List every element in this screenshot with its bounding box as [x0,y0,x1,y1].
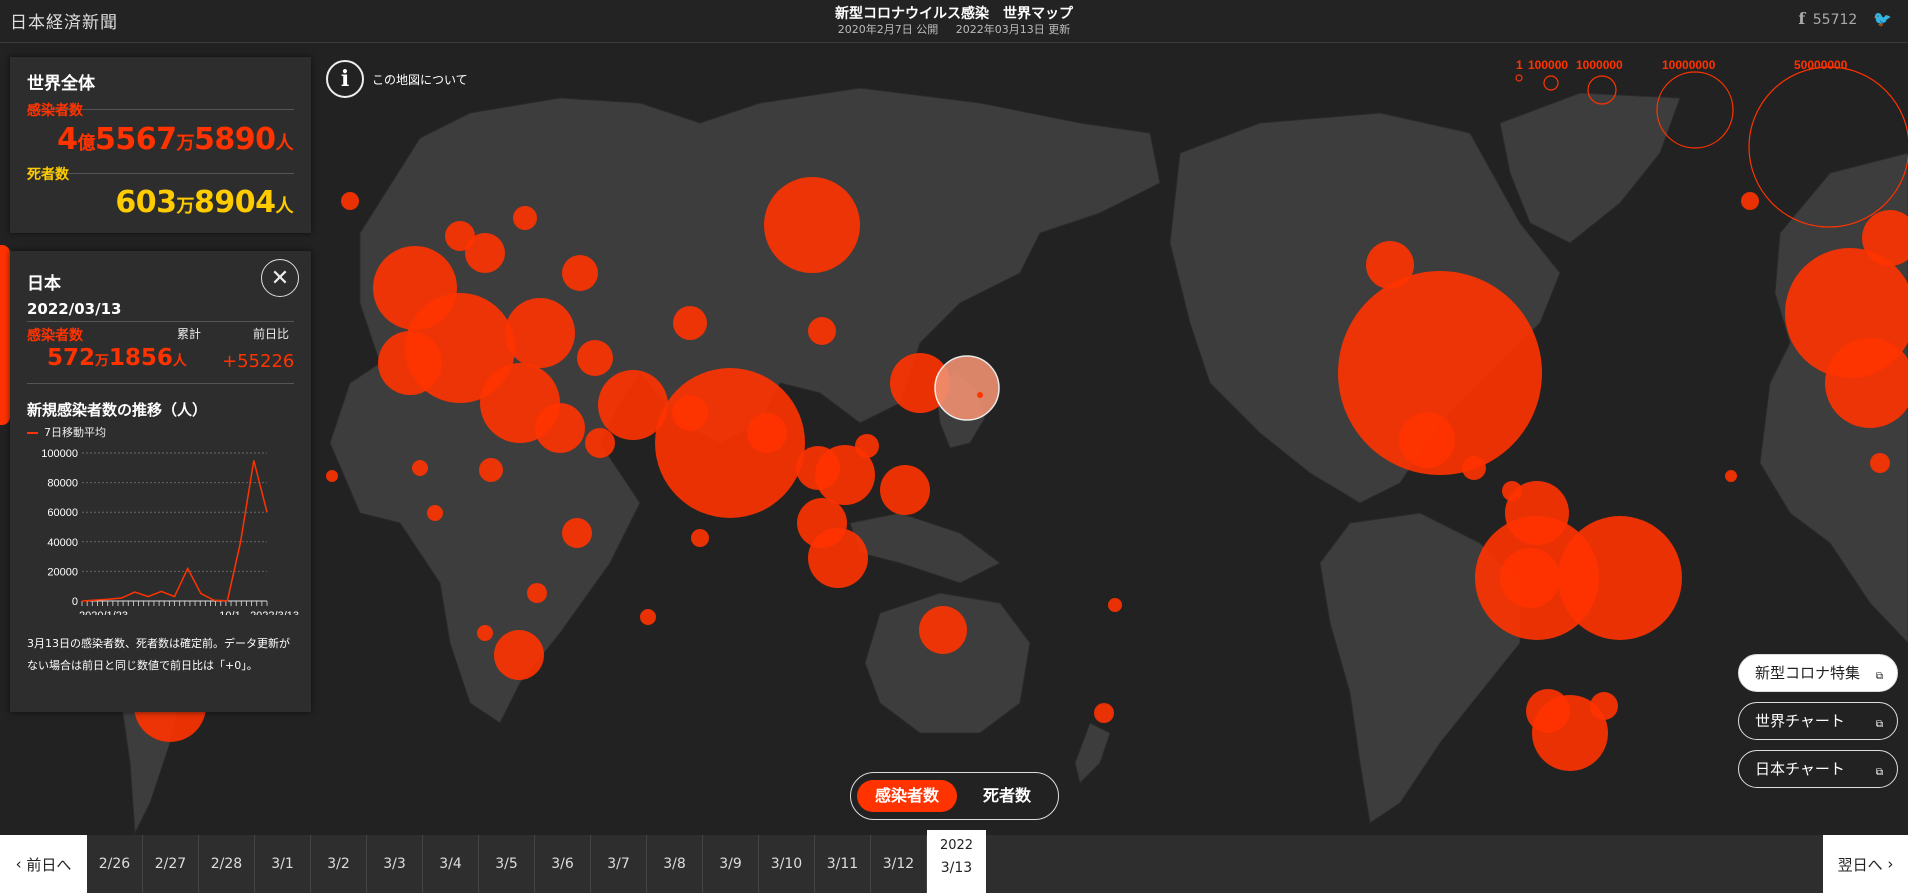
legend-circle-10000000 [1656,71,1734,149]
metric-toggle: 感染者数 死者数 [850,772,1059,820]
external-link-icon: ⧉ [1875,767,1883,778]
bubble-size-legend: 1 100000 1000000 10000000 50000000 [1496,55,1908,228]
next-day-button[interactable]: 翌日へ › [1823,835,1908,893]
legend-circle-1000000 [1587,75,1617,105]
day-change-label: 前日比 [253,327,290,341]
timeline-date[interactable]: 3/12 [871,835,927,893]
country-day-change-value: +55226 [222,351,295,372]
global-summary-panel: 世界全体 感染者数 4億5567万5890人 死者数 603万8904人 [10,57,311,233]
special-feature-button[interactable]: 新型コロナ特集 ⧉ [1738,654,1898,692]
timeline-date[interactable]: 3/5 [479,835,535,893]
chart-y-tick-label: 80000 [47,478,78,490]
timeline-date[interactable]: 3/9 [703,835,759,893]
new-cases-chart[interactable]: 100000 80000 60000 40000 20000 02020/1/23 10/1… [27,443,307,615]
timeline-current-date[interactable]: 2022 3/13 [927,830,986,893]
world-chart-label: 世界チャート [1755,712,1845,730]
chart-y-tick-label: 20000 [47,566,78,578]
global-cases-label: 感染者数 [27,103,83,119]
chart-y-tick-label: 40000 [47,537,78,549]
timeline-date[interactable]: 3/4 [423,835,479,893]
country-date: 2022/03/13 [27,300,122,318]
divider [27,383,294,384]
chart-y-tick-label: 0 [72,596,78,608]
chevron-right-icon: › [1882,855,1894,873]
timeline-date[interactable]: 2/27 [143,835,199,893]
panel-edge-marker [0,245,10,425]
legend-circle-50000000 [1748,66,1908,228]
page-title: 新型コロナウイルス感染 世界マップ [835,6,1073,22]
timeline-date[interactable]: 3/3 [367,835,423,893]
moving-average-legend: 7日移動平均 [27,424,106,440]
timeline-date[interactable]: 2/26 [87,835,143,893]
chart-y-tick-label: 100000 [41,448,78,460]
timeline-date[interactable]: 3/8 [647,835,703,893]
legend-label: 1 [1516,58,1523,72]
page-dates: 2020年2月7日 公開 2022年03月13日 更新 [0,21,1908,37]
timeline-date[interactable]: 2/28 [199,835,255,893]
world-chart-button[interactable]: 世界チャート ⧉ [1738,702,1898,740]
top-bar: 日本経済新聞 新型コロナウイルス感染 世界マップ 2020年2月7日 公開 20… [0,0,1908,43]
timeline-date[interactable]: 3/2 [311,835,367,893]
toggle-deaths[interactable]: 死者数 [963,780,1051,812]
twitter-icon[interactable]: 🐦 [1873,10,1892,28]
facebook-icon: f [1798,9,1806,28]
timeline-date[interactable]: 3/1 [255,835,311,893]
global-title: 世界全体 [27,74,95,94]
chart-x-tick-label: 2020/1/23 [79,610,128,615]
external-link-icon: ⧉ [1875,671,1883,682]
close-icon[interactable]: ✕ [261,259,299,297]
share-area: f 55712 🐦 [1798,9,1892,28]
special-feature-label: 新型コロナ特集 [1755,664,1861,682]
timeline-date[interactable]: 3/10 [759,835,815,893]
external-link-icon: ⧉ [1875,719,1883,730]
toggle-cases[interactable]: 感染者数 [857,780,957,812]
legend-label: 100000 [1528,58,1568,72]
published-date: 2020年2月7日 公開 [837,23,939,36]
timeline-date[interactable]: 3/7 [591,835,647,893]
facebook-count: 55712 [1812,12,1858,28]
map-info-label: この地図について [372,72,468,87]
prev-day-button[interactable]: ‹ 前日へ [0,835,87,893]
legend-label: 50000000 [1794,58,1848,72]
map-info-button[interactable]: i この地図について [326,60,468,98]
facebook-share[interactable]: f 55712 [1798,9,1857,28]
legend-circle-1 [1515,74,1523,82]
global-deaths-label: 死者数 [27,167,69,183]
date-timeline: ‹ 前日へ 2/26 2/27 2/28 3/1 3/2 3/3 3/4 3/5 3/6 3/7 3… [0,830,1908,893]
prev-day-label: 前日へ [26,855,72,874]
trend-title: 新規感染者数の推移（人） [27,401,208,419]
timeline-date[interactable]: 3/11 [815,835,871,893]
country-cases-label: 感染者数 [27,328,83,344]
country-cumulative-value: 572万1856人 [47,345,187,371]
data-note: 3月13日の感染者数、死者数は確定前。データ更新がない場合は前日と同じ数値で前日… [27,637,290,672]
updated-date: 2022年03月13日 更新 [955,23,1071,36]
japan-chart-label: 日本チャート [1755,760,1845,778]
chart-y-tick-label: 60000 [47,507,78,519]
current-date: 3/13 [940,860,973,876]
chart-x-tick-label: 10/1 [219,610,240,615]
timeline-date[interactable]: 3/6 [535,835,591,893]
info-icon: i [326,60,364,98]
global-cases-value: 4億5567万5890人 [57,122,293,157]
chevron-left-icon: ‹ [15,855,27,873]
country-name: 日本 [27,274,61,294]
chart-x-tick-label: 2022/3/13 [250,610,299,615]
legend-label: 10000000 [1662,58,1716,72]
japan-chart-button[interactable]: 日本チャート ⧉ [1738,750,1898,788]
country-detail-panel: 日本 ✕ 2022/03/13 感染者数 累計 前日比 572万1856人 +5… [10,251,311,712]
legend-label: 1000000 [1576,58,1623,72]
current-year: 2022 [939,838,974,853]
next-day-label: 翌日へ [1837,855,1883,874]
legend-circle-100000 [1543,75,1559,91]
divider [27,321,294,322]
global-deaths-value: 603万8904人 [115,185,293,220]
cumulative-label: 累計 [177,327,202,341]
chart-series-line [81,460,268,602]
timeline-dates: 2/26 2/27 2/28 3/1 3/2 3/3 3/4 3/5 3/6 3/7 3/8 3/9 3… [87,835,927,893]
